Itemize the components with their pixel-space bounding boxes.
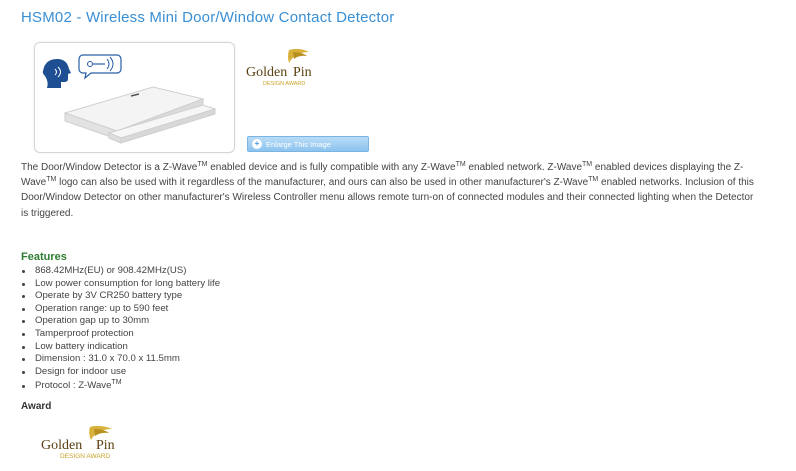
product-image[interactable] [34, 42, 235, 153]
list-item: Tamperproof protection [21, 328, 220, 341]
svg-text:DESIGN AWARD: DESIGN AWARD [263, 81, 305, 87]
enlarge-image-label: Enlarge This Image [266, 139, 331, 149]
list-item: Design for indoor use [21, 366, 220, 379]
list-item: Dimension : 31.0 x 70.0 x 11.5mm [21, 353, 220, 366]
svg-text:DESIGN AWARD: DESIGN AWARD [60, 453, 110, 460]
list-item: 868.42MHz(EU) or 908.42MHz(US) [21, 265, 220, 278]
list-item: Low battery indication [21, 341, 220, 354]
enlarge-image-button[interactable]: + Enlarge This Image [247, 136, 369, 152]
list-item: Operation gap up to 30mm [21, 315, 220, 328]
award-heading: Award [21, 401, 52, 412]
features-heading: Features [21, 251, 67, 263]
svg-text:Golden: Golden [246, 65, 287, 80]
list-item: Operation range: up to 590 feet [21, 303, 220, 316]
page-title: HSM02 - Wireless Mini Door/Window Contac… [21, 9, 395, 26]
golden-pin-award-logo-bottom: Golden Pin DESIGN AWARD [40, 425, 140, 461]
svg-text:Pin: Pin [96, 438, 115, 453]
product-description: The Door/Window Detector is a Z-WaveTM e… [21, 161, 754, 219]
svg-text:Golden: Golden [41, 438, 82, 453]
svg-text:Pin: Pin [293, 65, 312, 80]
contact-detector-illustration [42, 54, 217, 144]
magnifier-icon: + [252, 139, 262, 149]
list-item: Low power consumption for long battery l… [21, 278, 220, 291]
list-item-protocol: Protocol : Z-WaveTM [21, 379, 220, 393]
list-item: Operate by 3V CR250 battery type [21, 290, 220, 303]
golden-pin-award-logo: Golden Pin DESIGN AWARD [243, 46, 333, 90]
features-list: 868.42MHz(EU) or 908.42MHz(US) Low power… [21, 265, 220, 393]
